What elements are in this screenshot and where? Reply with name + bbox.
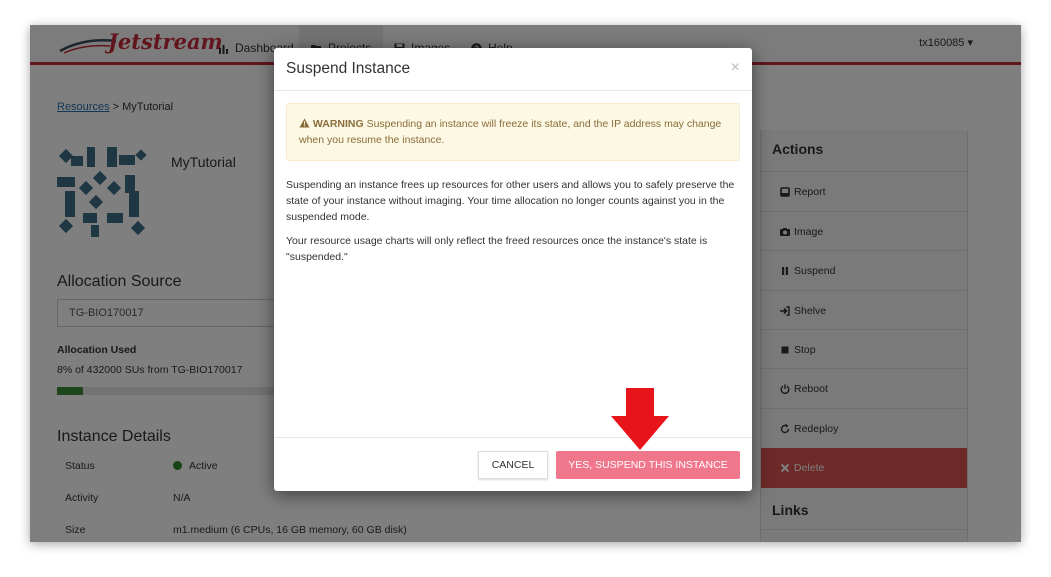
warning-alert: WARNING Suspending an instance will free…	[286, 103, 740, 161]
suspend-instance-modal: Suspend Instance × WARNING Suspending an…	[274, 48, 752, 491]
confirm-suspend-button[interactable]: YES, SUSPEND THIS INSTANCE	[556, 451, 740, 479]
app-window: Jetstream Dashboard Projects Images ? He…	[30, 25, 1021, 542]
modal-footer: CANCEL YES, SUSPEND THIS INSTANCE	[274, 437, 752, 491]
modal-header: Suspend Instance ×	[274, 48, 752, 91]
modal-paragraph-2: Your resource usage charts will only ref…	[286, 235, 708, 263]
warning-triangle-icon	[299, 118, 310, 128]
modal-close-button[interactable]: ×	[731, 59, 740, 77]
warning-label: WARNING	[312, 118, 364, 130]
modal-paragraph-1: Suspending an instance frees up resource…	[286, 179, 735, 223]
modal-title: Suspend Instance	[286, 60, 411, 77]
annotation-down-arrow-icon	[611, 388, 669, 450]
cancel-button[interactable]: CANCEL	[478, 451, 548, 479]
